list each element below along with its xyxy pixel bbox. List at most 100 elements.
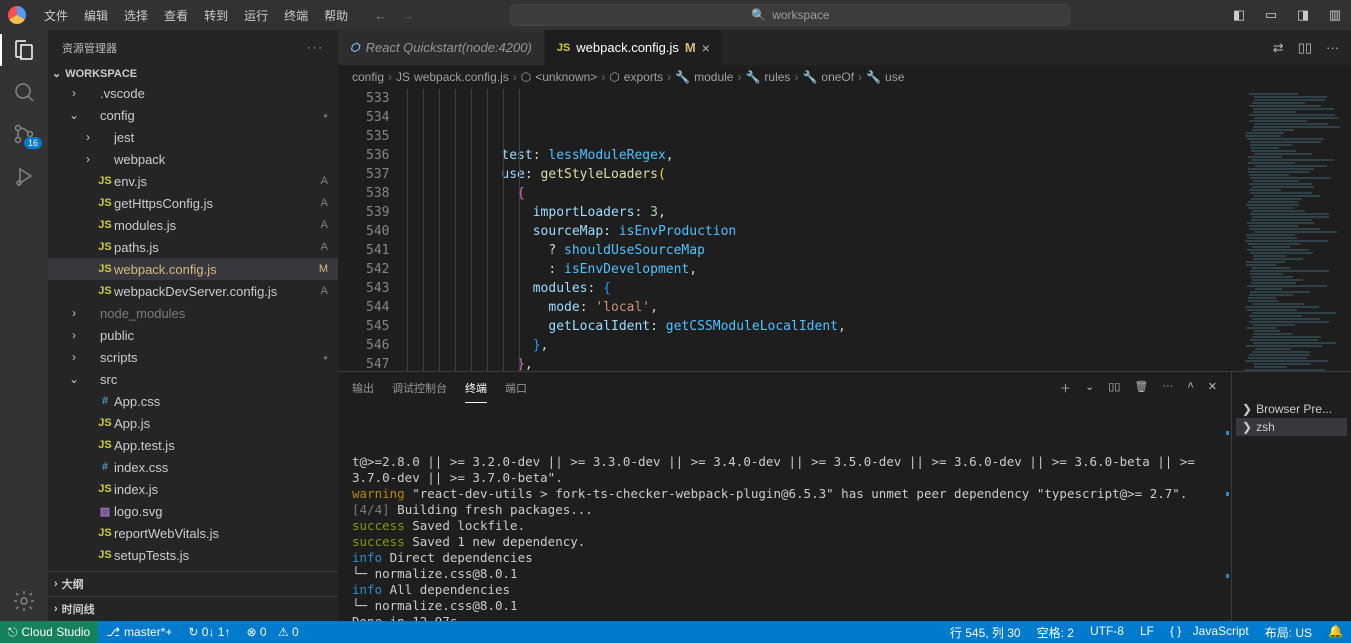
menu-编辑[interactable]: 编辑 <box>76 5 116 27</box>
breadcrumb-item[interactable]: exports <box>624 70 663 84</box>
folder-item[interactable]: ›jest <box>48 126 338 148</box>
breadcrumb-item[interactable]: use <box>885 70 904 84</box>
folder-item[interactable]: ›public <box>48 324 338 346</box>
file-item[interactable]: JSgetHttpsConfig.jsA <box>48 192 338 214</box>
breadcrumbs[interactable]: config›JSwebpack.config.js›⬡<unknown>›⬡e… <box>338 65 1351 89</box>
activity-run-icon[interactable] <box>12 164 36 188</box>
status-cursor-pos[interactable]: 行 545, 列 30 <box>942 624 1029 641</box>
sidebar-more-icon[interactable]: ··· <box>307 42 324 54</box>
folder-item[interactable]: ›scripts● <box>48 346 338 368</box>
status-language[interactable]: { } JavaScript <box>1162 624 1257 638</box>
file-item[interactable]: JSindex.js <box>48 478 338 500</box>
activity-explorer-icon[interactable] <box>12 38 36 62</box>
file-item[interactable]: #index.css <box>48 456 338 478</box>
menu-转到[interactable]: 转到 <box>196 5 236 27</box>
panel-tab[interactable]: 端口 <box>505 374 527 403</box>
activity-settings-icon[interactable] <box>12 589 36 613</box>
folder-item[interactable]: ›.vscode <box>48 82 338 104</box>
breadcrumb-item[interactable]: oneOf <box>821 70 854 84</box>
folder-item[interactable]: ›webpack <box>48 148 338 170</box>
status-layout[interactable]: 布局: US <box>1257 624 1320 641</box>
layout-sidebar-left-icon[interactable]: ◧ <box>1231 7 1247 23</box>
file-icon: # <box>96 461 114 473</box>
editor-more-icon[interactable]: ··· <box>1326 40 1339 55</box>
file-item[interactable]: JSsetupTests.js <box>48 544 338 566</box>
layout-customize-icon[interactable]: ▥ <box>1327 7 1343 23</box>
status-eol[interactable]: LF <box>1132 624 1162 638</box>
code-area[interactable]: 5335345355365375385395405415425435445455… <box>338 89 1241 371</box>
panel-tab[interactable]: 调试控制台 <box>392 374 447 403</box>
compare-changes-icon[interactable]: ⇄ <box>1273 40 1284 56</box>
command-center[interactable]: 🔍 workspace <box>510 4 1070 26</box>
split-terminal-icon[interactable]: ▯▯ <box>1108 380 1120 396</box>
outline-section[interactable]: ›大纲 <box>48 571 338 596</box>
file-item[interactable]: #App.css <box>48 390 338 412</box>
menu-帮助[interactable]: 帮助 <box>316 5 356 27</box>
status-problems[interactable]: ⊗ 0 ⚠ 0 <box>238 621 306 643</box>
nav-forward-icon[interactable]: → <box>401 8 414 23</box>
activity-scm-icon[interactable]: 16 <box>12 122 36 146</box>
git-status: A <box>321 241 328 253</box>
layout-sidebar-right-icon[interactable]: ◨ <box>1295 7 1311 23</box>
layout-panel-icon[interactable]: ▭ <box>1263 7 1279 23</box>
menu-文件[interactable]: 文件 <box>36 5 76 27</box>
split-editor-icon[interactable]: ▯▯ <box>1298 40 1312 56</box>
status-notifications-icon[interactable]: 🔔 <box>1320 624 1351 638</box>
menu-终端[interactable]: 终端 <box>276 5 316 27</box>
status-branch[interactable]: ⎇master*+ <box>98 621 180 643</box>
nav-back-icon[interactable]: ← <box>374 8 387 23</box>
terminal-list-item[interactable]: ❯zsh <box>1236 418 1347 436</box>
file-item[interactable]: JSwebpack.config.jsM <box>48 258 338 280</box>
git-status: A <box>321 197 328 209</box>
git-status: A <box>321 219 328 231</box>
menu-选择[interactable]: 选择 <box>116 5 156 27</box>
close-panel-icon[interactable]: ✕ <box>1208 380 1217 396</box>
terminal-list-item[interactable]: ❯Browser Pre... <box>1236 400 1347 418</box>
new-terminal-icon[interactable]: ＋ <box>1060 380 1071 396</box>
folder-item[interactable]: ⌄src <box>48 368 338 390</box>
app-logo-icon <box>8 6 26 24</box>
menu-运行[interactable]: 运行 <box>236 5 276 27</box>
panel-more-icon[interactable]: ··· <box>1162 380 1173 396</box>
file-item[interactable]: ▨logo.svg <box>48 500 338 522</box>
workspace-section[interactable]: ⌄ WORKSPACE <box>48 65 338 82</box>
file-icon: JS <box>96 549 114 561</box>
menu-查看[interactable]: 查看 <box>156 5 196 27</box>
file-item[interactable]: JSwebpackDevServer.config.jsA <box>48 280 338 302</box>
maximize-panel-icon[interactable]: ˄ <box>1187 380 1193 396</box>
file-item[interactable]: JSmodules.jsA <box>48 214 338 236</box>
editor-tab[interactable]: JSwebpack.config.jsM× <box>545 30 723 65</box>
editor-tab[interactable]: ⬡React Quickstart(node:4200) <box>338 30 545 65</box>
activity-search-icon[interactable] <box>12 80 36 104</box>
git-status: A <box>321 175 328 187</box>
file-item[interactable]: JSreportWebVitals.js <box>48 522 338 544</box>
git-status: A <box>321 285 328 297</box>
file-item[interactable]: JSenv.jsA <box>48 170 338 192</box>
minimap[interactable] <box>1241 89 1351 371</box>
file-item[interactable]: JSApp.test.js <box>48 434 338 456</box>
status-sync[interactable]: ↻ 0↓ 1↑ <box>180 621 238 643</box>
terminal-output[interactable]: t@>=2.8.0 || >= 3.2.0-dev || >= 3.3.0-de… <box>338 404 1231 621</box>
breadcrumb-item[interactable]: <unknown> <box>535 70 597 84</box>
folder-item[interactable]: ›node_modules <box>48 302 338 324</box>
breadcrumb-item[interactable]: module <box>694 70 733 84</box>
status-encoding[interactable]: UTF-8 <box>1082 624 1132 638</box>
code-content[interactable]: test: lessModuleRegex, use: getStyleLoad… <box>407 89 1241 371</box>
chevron-right-icon: › <box>54 603 58 615</box>
file-item[interactable]: JSApp.js <box>48 412 338 434</box>
breadcrumb-item[interactable]: config <box>352 70 384 84</box>
file-icon: JS <box>96 417 114 429</box>
close-tab-icon[interactable]: × <box>702 40 710 56</box>
clear-terminal-icon[interactable]: 🗑 <box>1134 380 1148 396</box>
folder-item[interactable]: ⌄config● <box>48 104 338 126</box>
terminal-dropdown-icon[interactable]: ⌄ <box>1085 380 1094 396</box>
breadcrumb-item[interactable]: webpack.config.js <box>414 70 509 84</box>
panel-tab[interactable]: 终端 <box>465 374 487 403</box>
timeline-section[interactable]: ›时间线 <box>48 596 338 621</box>
panel-tab[interactable]: 输出 <box>352 374 374 403</box>
breadcrumb-item[interactable]: rules <box>764 70 790 84</box>
tree-label: paths.js <box>114 240 317 255</box>
file-item[interactable]: JSpaths.jsA <box>48 236 338 258</box>
status-indent[interactable]: 空格: 2 <box>1029 624 1082 641</box>
status-cloud[interactable]: ⎋Cloud Studio <box>0 621 98 643</box>
